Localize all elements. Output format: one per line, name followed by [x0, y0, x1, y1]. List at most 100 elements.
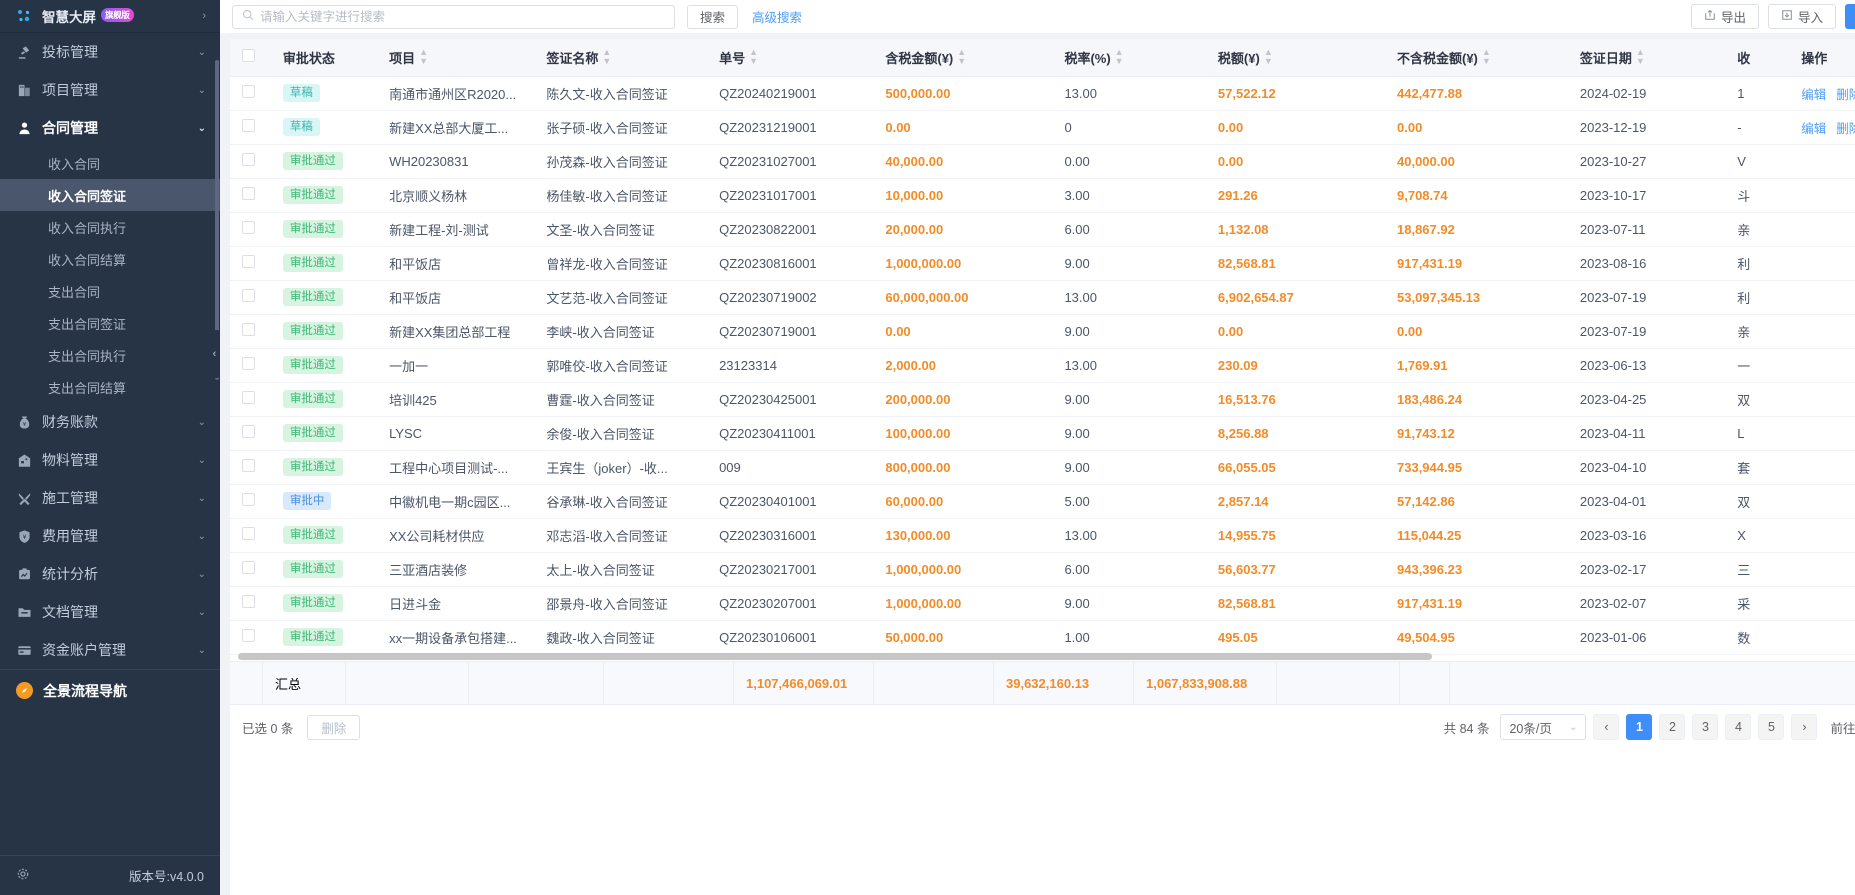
- sidebar-item-finance[interactable]: ¥ 财务账款 ⌄: [0, 403, 220, 441]
- search-button[interactable]: 搜索: [687, 4, 739, 29]
- delete-link[interactable]: 删除: [1836, 88, 1855, 102]
- table-row[interactable]: 审批通过 xx一期设备承包搭建... 魏政-收入合同签证 QZ20230106001 5…: [230, 620, 1855, 655]
- row-checkbox[interactable]: [242, 323, 255, 336]
- row-checkbox[interactable]: [242, 425, 255, 438]
- table-row[interactable]: 审批通过 北京顺义杨林 杨佳敏-收入合同签证 QZ20231017001 10,000.…: [230, 178, 1855, 213]
- page-button-3[interactable]: 3: [1692, 714, 1719, 740]
- sidebar-subitem-income-contract[interactable]: 收入合同: [0, 147, 220, 179]
- row-checkbox[interactable]: [242, 119, 255, 132]
- search-input[interactable]: [260, 9, 665, 24]
- sort-icon[interactable]: ▲ ▼: [602, 48, 611, 66]
- table-row[interactable]: 审批通过 XX公司耗材供应 邓志滔-收入合同签证 QZ20230316001 130,0…: [230, 518, 1855, 553]
- row-checkbox[interactable]: [242, 289, 255, 302]
- table-row[interactable]: 审批通过 新建工程-刘-测试 文圣-收入合同签证 QZ20230822001 20,00…: [230, 212, 1855, 247]
- table-row[interactable]: 审批通过 一加一 郭唯佼-收入合同签证 23123314 2,000.00 13.00 23…: [230, 348, 1855, 383]
- cell-actions: 编辑删除: [1789, 110, 1855, 145]
- delete-link[interactable]: 删除: [1836, 122, 1855, 136]
- gear-icon[interactable]: [16, 867, 30, 884]
- sidebar-item-material[interactable]: 物料管理 ⌄: [0, 441, 220, 479]
- sidebar-subitem-expense-contract-settlement[interactable]: 支出合同结算: [0, 371, 220, 403]
- page-button-4[interactable]: 4: [1725, 714, 1752, 740]
- sort-icon[interactable]: ▲ ▼: [957, 48, 966, 66]
- sidebar-item-document[interactable]: 文档管理 ⌄: [0, 593, 220, 631]
- row-checkbox[interactable]: [242, 221, 255, 234]
- prev-page-button[interactable]: ‹: [1593, 714, 1620, 740]
- sidebar-subitem-expense-contract-visa[interactable]: 支出合同签证: [0, 307, 220, 339]
- column-header-label: 项目: [389, 51, 416, 67]
- sidebar-item-construction[interactable]: 施工管理 ⌄: [0, 479, 220, 517]
- delete-button[interactable]: 删除: [307, 714, 361, 740]
- sidebar-item-fund-account[interactable]: 资金账户管理 ⌄: [0, 631, 220, 669]
- row-checkbox[interactable]: [242, 527, 255, 540]
- column-header-rate[interactable]: 税率(%) ▲ ▼: [1052, 39, 1206, 77]
- column-header-date[interactable]: 签证日期 ▲ ▼: [1567, 39, 1726, 77]
- table-row[interactable]: 审批通过 WH20230831 孙茂森-收入合同签证 QZ20231027001 40,…: [230, 144, 1855, 179]
- edit-link[interactable]: 编辑: [1801, 88, 1826, 102]
- sort-icon[interactable]: ▲ ▼: [1115, 48, 1124, 66]
- sidebar-item-expense[interactable]: ¥ 费用管理 ⌄: [0, 517, 220, 555]
- table-row[interactable]: 审批中 中徽机电一期c园区... 谷承琳-收入合同签证 QZ20230401001 60…: [230, 484, 1855, 519]
- table-row[interactable]: 审批通过 LYSC 余俊-收入合同签证 QZ20230411001 100,000.00…: [230, 416, 1855, 451]
- sidebar-subitem-expense-contract-execution[interactable]: 支出合同执行: [0, 339, 220, 371]
- table-row[interactable]: 审批通过 日进斗金 邵景舟-收入合同签证 QZ20230207001 1,000,000…: [230, 586, 1855, 621]
- sidebar-item-contract[interactable]: 合同管理 ⌄: [0, 109, 220, 147]
- cell-value: 9.00: [1064, 391, 1090, 407]
- sort-icon[interactable]: ▲ ▼: [419, 48, 428, 66]
- sidebar-collapse-handle[interactable]: ‹: [208, 330, 220, 378]
- sort-icon[interactable]: ▲ ▼: [1264, 48, 1273, 66]
- row-checkbox[interactable]: [242, 629, 255, 642]
- row-checkbox[interactable]: [242, 153, 255, 166]
- row-checkbox[interactable]: [242, 459, 255, 472]
- sidebar-subitem-income-contract-execution[interactable]: 收入合同执行: [0, 211, 220, 243]
- table-horizontal-scrollbar-thumb[interactable]: [238, 653, 1432, 660]
- column-header-amount[interactable]: 含税金额(¥) ▲ ▼: [873, 39, 1053, 77]
- sidebar-subitem-expense-contract[interactable]: 支出合同: [0, 275, 220, 307]
- cell-tax: 0.00: [1205, 144, 1385, 179]
- edit-link[interactable]: 编辑: [1801, 122, 1826, 136]
- column-header-net[interactable]: 不含税金额(¥) ▲ ▼: [1385, 39, 1568, 77]
- import-button[interactable]: 导入: [1767, 4, 1836, 29]
- sidebar-subitem-income-contract-settlement[interactable]: 收入合同结算: [0, 243, 220, 275]
- table-row[interactable]: 审批通过 和平饭店 文艺范-收入合同签证 QZ20230719002 60,000,00…: [230, 280, 1855, 315]
- search-box[interactable]: [232, 4, 675, 29]
- sidebar-header-smart-screen[interactable]: 智慧大屏 旗舰版 ›: [0, 0, 220, 33]
- advanced-search-link[interactable]: 高级搜索: [752, 7, 802, 26]
- table-row[interactable]: 审批通过 和平饭店 曾祥龙-收入合同签证 QZ20230816001 1,000,000…: [230, 246, 1855, 281]
- sort-icon[interactable]: ▲ ▼: [749, 48, 758, 66]
- next-page-button[interactable]: ›: [1791, 714, 1818, 740]
- row-checkbox[interactable]: [242, 187, 255, 200]
- table-horizontal-scrollbar-track[interactable]: [230, 652, 1855, 661]
- table-row[interactable]: 审批通过 培训425 曹霆-收入合同签证 QZ20230425001 200,000.0…: [230, 382, 1855, 417]
- cell-value: 邵景舟-收入合同签证: [546, 596, 668, 612]
- sidebar-item-project[interactable]: 项目管理 ⌄: [0, 71, 220, 109]
- row-checkbox[interactable]: [242, 595, 255, 608]
- row-checkbox[interactable]: [242, 493, 255, 506]
- sidebar-subitem-income-contract-visa[interactable]: 收入合同签证: [0, 179, 220, 211]
- table-row[interactable]: 审批通过 三亚酒店装修 太上-收入合同签证 QZ20230217001 1,000,00…: [230, 552, 1855, 587]
- table-row[interactable]: 草稿 南通市通州区R2020... 陈久文-收入合同签证 QZ20240219001 5…: [230, 76, 1855, 111]
- add-button[interactable]: 新增: [1844, 4, 1855, 29]
- row-checkbox[interactable]: [242, 255, 255, 268]
- table-row[interactable]: 审批通过 新建XX集团总部工程 李峡-收入合同签证 QZ20230719001 0.00…: [230, 314, 1855, 349]
- row-checkbox[interactable]: [242, 357, 255, 370]
- column-header-name[interactable]: 签证名称 ▲ ▼: [534, 39, 708, 77]
- sort-icon[interactable]: ▲ ▼: [1636, 48, 1645, 66]
- page-size-select[interactable]: 20条/页 ⌄: [1500, 714, 1587, 740]
- row-checkbox[interactable]: [242, 85, 255, 98]
- column-header-tax[interactable]: 税额(¥) ▲ ▼: [1205, 39, 1385, 77]
- select-all-checkbox[interactable]: [242, 49, 255, 63]
- column-header-project[interactable]: 项目 ▲ ▼: [377, 39, 535, 77]
- column-header-no[interactable]: 单号 ▲ ▼: [707, 39, 874, 77]
- row-checkbox[interactable]: [242, 561, 255, 574]
- page-button-5[interactable]: 5: [1758, 714, 1785, 740]
- table-row[interactable]: 审批通过 工程中心项目测试-... 王宾生（joker）-收... 009 800,00…: [230, 450, 1855, 485]
- sidebar-item-statistics[interactable]: 统计分析 ⌄: [0, 555, 220, 593]
- sort-icon[interactable]: ▲ ▼: [1482, 48, 1491, 66]
- page-button-1[interactable]: 1: [1626, 714, 1653, 740]
- sidebar-item-bidding[interactable]: 投标管理 ⌄: [0, 33, 220, 71]
- page-button-2[interactable]: 2: [1659, 714, 1686, 740]
- export-button[interactable]: 导出: [1690, 4, 1759, 29]
- table-row[interactable]: 草稿 新建XX总部大厦工... 张子硕-收入合同签证 QZ20231219001 0.0…: [230, 110, 1855, 145]
- sidebar-item-process-navigation[interactable]: 全景流程导航: [0, 669, 220, 711]
- row-checkbox[interactable]: [242, 391, 255, 404]
